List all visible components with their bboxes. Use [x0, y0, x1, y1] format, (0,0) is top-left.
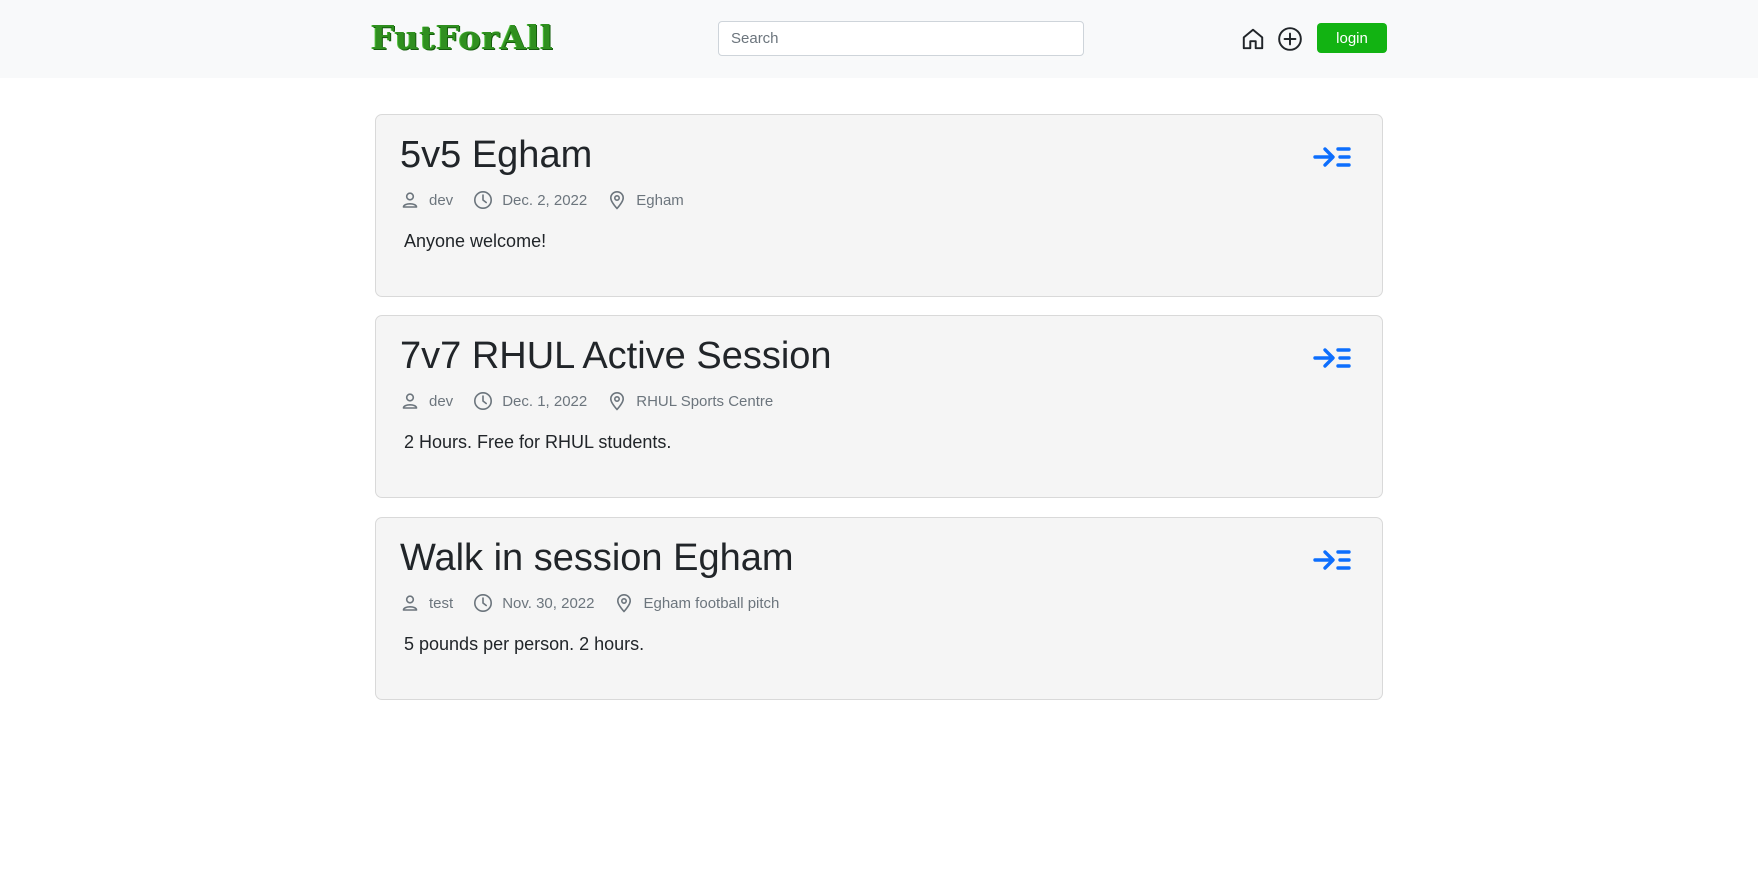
author-name: test — [429, 594, 454, 612]
post-title[interactable]: Walk in session Egham — [400, 534, 794, 582]
post-date: Dec. 1, 2022 — [473, 391, 587, 411]
date-text: Dec. 2, 2022 — [502, 191, 588, 209]
post-author: test — [400, 593, 453, 613]
post-description: Anyone welcome! — [404, 231, 547, 251]
post-title[interactable]: 7v7 RHUL Active Session — [400, 332, 832, 380]
post-meta: dev Dec. 1, 2022 RHUL Sports Centre — [400, 390, 793, 412]
user-icon — [402, 595, 418, 611]
post-card: Walk in session Egham test Nov. 30, 2022… — [375, 517, 1383, 700]
post-location: RHUL Sports Centre — [607, 391, 773, 411]
post-author: dev — [400, 391, 453, 411]
brand-logo[interactable]: FutForAll — [371, 14, 554, 62]
open-post-icon[interactable] — [1312, 143, 1352, 171]
map-pin-icon — [610, 392, 625, 411]
navbar: FutForAll login — [0, 0, 1758, 78]
post-location: Egham — [607, 190, 684, 210]
open-post-icon[interactable] — [1312, 344, 1352, 372]
clock-icon — [474, 594, 493, 612]
post-title[interactable]: 5v5 Egham — [400, 131, 592, 179]
home-icon[interactable] — [1240, 26, 1266, 52]
post-description: 5 pounds per person. 2 hours. — [404, 634, 645, 654]
date-text: Nov. 30, 2022 — [502, 594, 595, 612]
map-pin-icon — [610, 191, 625, 210]
author-name: dev — [429, 392, 454, 410]
user-icon — [402, 192, 418, 208]
post-description: 2 Hours. Free for RHUL students. — [404, 432, 672, 452]
post-card: 7v7 RHUL Active Session dev Dec. 1, 2022… — [375, 315, 1383, 498]
post-date: Nov. 30, 2022 — [473, 593, 594, 613]
post-meta: dev Dec. 2, 2022 Egham — [400, 189, 704, 211]
location-text: RHUL Sports Centre — [636, 392, 774, 410]
map-pin-icon — [617, 594, 632, 613]
post-date: Dec. 2, 2022 — [473, 190, 587, 210]
user-icon — [402, 393, 418, 409]
post-card: 5v5 Egham dev Dec. 2, 2022 Egham Anyone … — [375, 114, 1383, 297]
login-button[interactable]: login — [1317, 23, 1387, 53]
clock-icon — [474, 191, 493, 209]
open-post-icon[interactable] — [1312, 546, 1352, 574]
search-input[interactable] — [718, 21, 1084, 56]
location-text: Egham — [636, 191, 684, 209]
clock-icon — [474, 392, 493, 410]
post-meta: test Nov. 30, 2022 Egham football pitch — [400, 592, 799, 614]
post-location: Egham football pitch — [614, 593, 779, 613]
author-name: dev — [429, 191, 454, 209]
location-text: Egham football pitch — [643, 594, 780, 612]
plus-circle-icon[interactable] — [1277, 26, 1303, 52]
date-text: Dec. 1, 2022 — [502, 392, 588, 410]
post-author: dev — [400, 190, 453, 210]
